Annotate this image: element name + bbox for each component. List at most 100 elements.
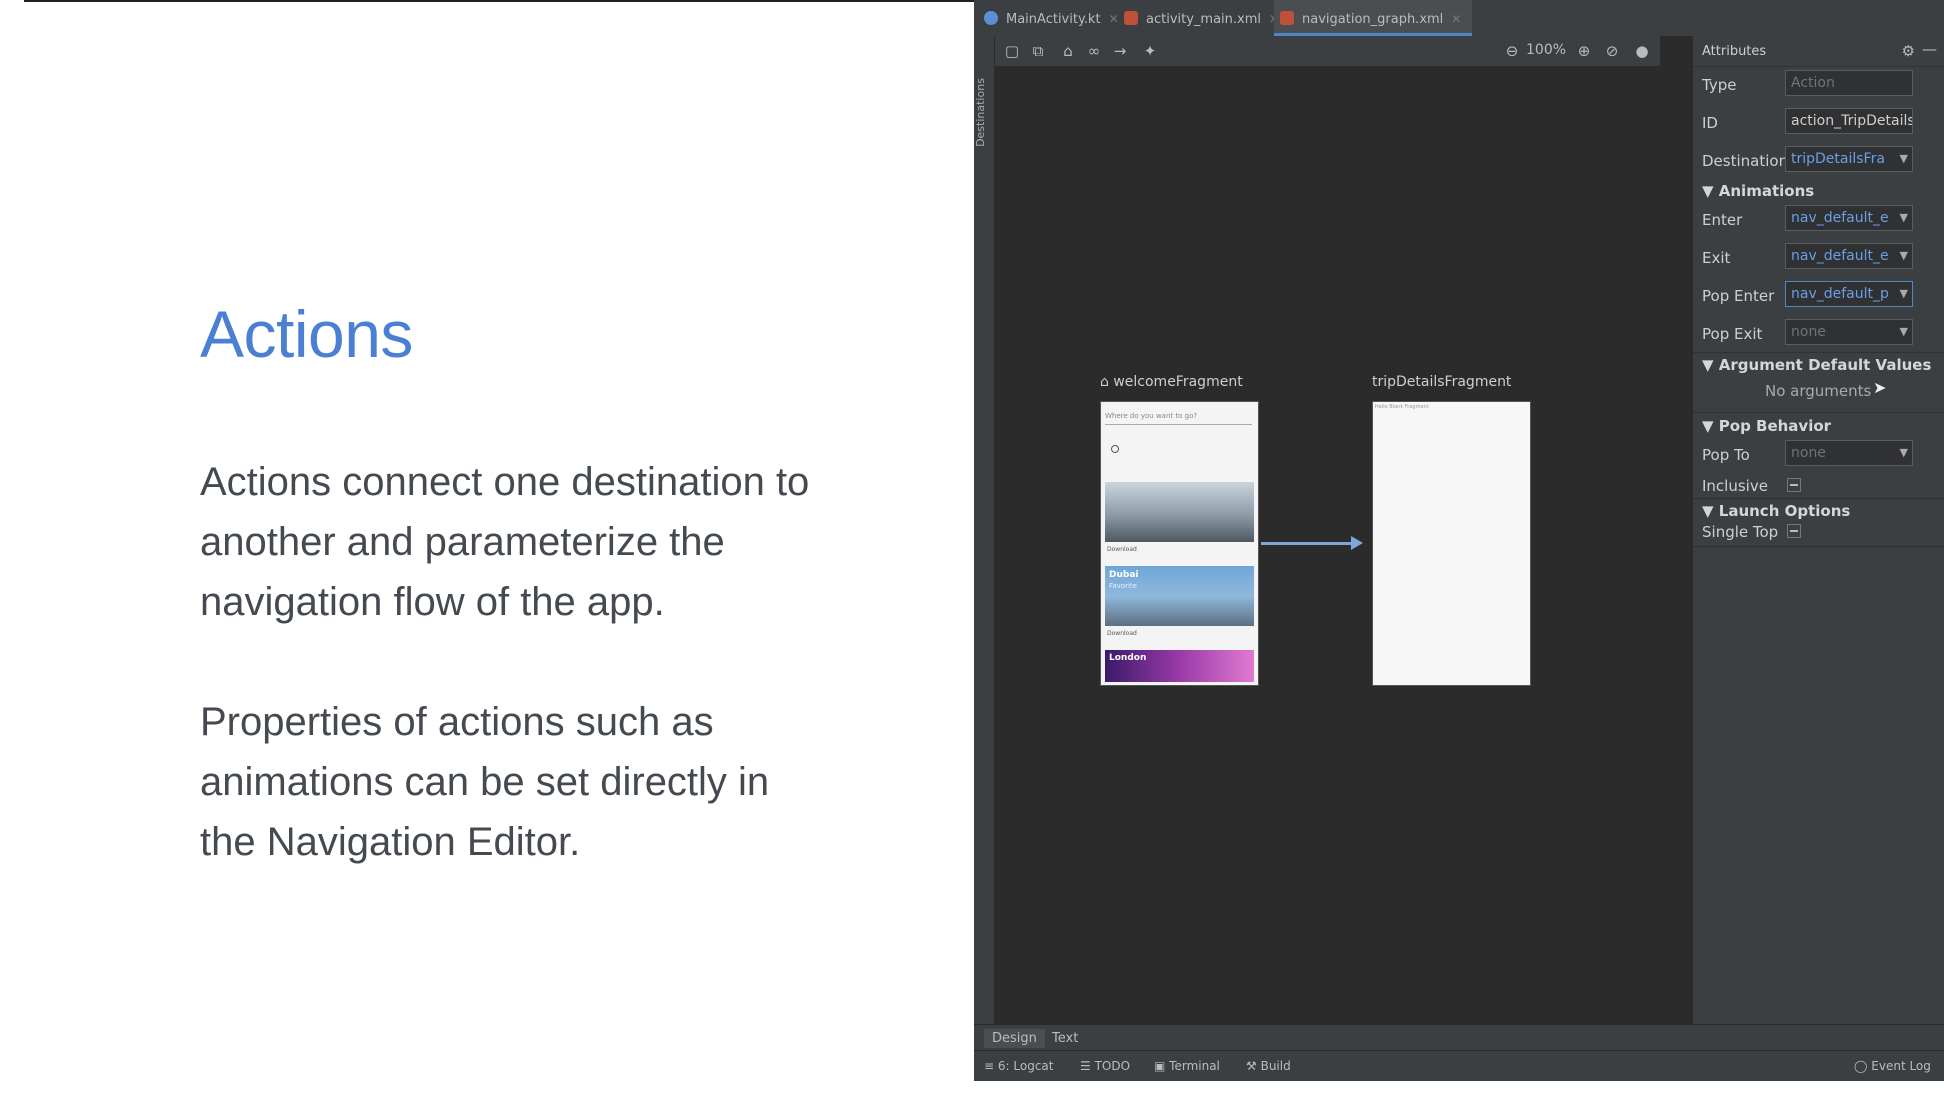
id-field[interactable]: action_TripDetails [1785, 108, 1913, 134]
zoom-out-icon[interactable]: ⊖ [1503, 42, 1521, 60]
divider [1693, 352, 1944, 353]
pop-behavior-section[interactable]: ▼ Pop Behavior [1702, 417, 1831, 435]
todo-button[interactable]: ☰ TODO [1080, 1059, 1130, 1073]
minimize-icon[interactable]: — [1922, 40, 1937, 58]
single-top-checkbox[interactable] [1787, 524, 1801, 538]
chevron-down-icon: ▼ [1899, 287, 1908, 300]
tab-label: navigation_graph.xml [1302, 12, 1444, 27]
london-label: London [1109, 653, 1147, 663]
pop-behavior-title: Pop Behavior [1718, 417, 1832, 435]
location-icon [1111, 445, 1119, 453]
destinations-side-panel[interactable]: Destinations [974, 36, 995, 1024]
gear-icon[interactable]: ⚙ [1902, 42, 1915, 60]
attributes-header: Attributes ⚙ — [1693, 36, 1944, 67]
pop-enter-label: Pop Enter [1702, 287, 1775, 305]
destination-dropdown[interactable]: tripDetailsFra ▼ [1785, 146, 1913, 172]
auto-arrange-icon[interactable]: ✦ [1141, 42, 1159, 60]
exit-dropdown[interactable]: nav_default_e ▼ [1785, 243, 1913, 269]
logcat-button[interactable]: ≡ 6: Logcat [984, 1059, 1053, 1073]
type-field[interactable]: Action [1785, 70, 1913, 96]
pop-exit-dropdown[interactable]: none ▼ [1785, 319, 1913, 345]
exit-value: nav_default_e [1791, 248, 1889, 264]
argument-defaults-title: Argument Default Values [1718, 356, 1932, 374]
launch-options-section[interactable]: ▼ Launch Options [1702, 502, 1850, 520]
enter-label: Enter [1702, 211, 1743, 229]
type-label: Type [1702, 76, 1737, 94]
pop-to-dropdown[interactable]: none ▼ [1785, 440, 1913, 466]
xml-layout-icon [1124, 11, 1138, 25]
zoom-in-icon[interactable]: ⊕ [1575, 42, 1593, 60]
deep-link-icon[interactable]: ∞ [1085, 42, 1103, 60]
pop-exit-value: none [1791, 324, 1826, 340]
welcome-fragment-label[interactable]: ⌂ welcomeFragment [1100, 374, 1243, 390]
new-destination-icon[interactable]: ▢ [1003, 42, 1021, 60]
chevron-down-icon: ▼ [1899, 446, 1908, 459]
dubai-label: Dubai [1109, 570, 1139, 580]
action-arrow[interactable] [1261, 542, 1353, 545]
id-label: ID [1702, 114, 1718, 132]
warning-icon[interactable]: ● [1633, 42, 1651, 60]
divider [1693, 498, 1944, 499]
top-divider [24, 0, 974, 2]
chevron-down-icon: ▼ [1899, 325, 1908, 338]
tab-navigation-graph[interactable]: navigation_graph.xml ✕ [1274, 0, 1472, 36]
build-label: Build [1260, 1059, 1291, 1073]
mouse-cursor-icon: ➤ [1873, 378, 1887, 397]
action-arrow-icon[interactable]: → [1111, 42, 1129, 60]
tab-text[interactable]: Text [1044, 1029, 1086, 1048]
pop-exit-label: Pop Exit [1702, 325, 1763, 343]
chevron-down-icon: ▼ [1899, 249, 1908, 262]
launch-options-title: Launch Options [1718, 502, 1851, 520]
enter-dropdown[interactable]: nav_default_e ▼ [1785, 205, 1913, 231]
tab-design[interactable]: Design [984, 1029, 1045, 1048]
tab-activity-main[interactable]: activity_main.xml✕ [1118, 0, 1296, 36]
download-label: Download [1107, 546, 1137, 553]
welcome-fragment-preview[interactable]: Where do you want to go? Download Dubai … [1100, 401, 1259, 686]
slide-paragraph-1: Actions connect one destination to anoth… [200, 460, 810, 624]
city-card-image [1105, 482, 1254, 542]
todo-icon: ☰ [1080, 1059, 1091, 1073]
editor-mode-tabs: Design Text [974, 1024, 1944, 1051]
pop-enter-value: nav_default_p [1791, 286, 1889, 302]
animations-section[interactable]: ▼ Animations [1702, 182, 1814, 200]
terminal-button[interactable]: ▣ Terminal [1154, 1059, 1220, 1073]
inclusive-checkbox[interactable] [1787, 478, 1801, 492]
single-top-label: Single Top [1702, 523, 1779, 541]
attributes-title: Attributes [1702, 44, 1767, 59]
home-icon: ⌂ [1100, 374, 1109, 390]
logcat-icon: ≡ [984, 1059, 995, 1073]
event-log-button[interactable]: ◯ Event Log [1854, 1059, 1931, 1073]
inclusive-label: Inclusive [1702, 477, 1768, 495]
close-icon[interactable]: ✕ [1451, 12, 1461, 26]
xml-navigation-icon [1280, 11, 1294, 25]
destination-label: Destination [1702, 152, 1789, 170]
terminal-label: Terminal [1169, 1059, 1220, 1073]
trip-details-fragment-preview[interactable]: Hello Blank Fragment [1372, 401, 1531, 686]
argument-defaults-section[interactable]: ▼ Argument Default Values [1702, 356, 1931, 374]
action-arrow-head [1351, 536, 1363, 550]
terminal-icon: ▣ [1154, 1059, 1166, 1073]
attributes-panel: Attributes ⚙ — Type Action ID action_Tri… [1692, 36, 1944, 1024]
enter-value: nav_default_e [1791, 210, 1889, 226]
pop-enter-dropdown[interactable]: nav_default_p ▼ [1785, 281, 1913, 307]
nested-graph-icon[interactable]: ⧉ [1029, 42, 1047, 60]
favorite-label: Favorite [1109, 582, 1137, 590]
chevron-down-icon: ▼ [1899, 211, 1908, 224]
divider [1693, 546, 1944, 547]
android-studio-window: MainActivity.kt✕ activity_main.xml✕ navi… [974, 0, 1944, 1081]
destination-value: tripDetailsFra [1791, 151, 1885, 167]
animations-section-title: Animations [1718, 182, 1815, 200]
trip-details-fragment-label[interactable]: tripDetailsFragment [1372, 374, 1511, 390]
nav-editor-toolbar: ▢ ⧉ ⌂ ∞ → ✦ ⊖ 100% ⊕ ⊘ ● [995, 36, 1660, 66]
kotlin-file-icon [984, 11, 998, 25]
todo-label: TODO [1094, 1059, 1131, 1073]
pop-to-label: Pop To [1702, 446, 1750, 464]
zoom-fit-icon[interactable]: ⊘ [1603, 42, 1621, 60]
chevron-down-icon: ▼ [1899, 152, 1908, 165]
welcome-fragment-name: welcomeFragment [1113, 374, 1243, 390]
dubai-card-image: Dubai Favorite [1105, 566, 1254, 626]
build-button[interactable]: ⚒ Build [1246, 1059, 1291, 1073]
navigation-graph-canvas[interactable]: ⌂ welcomeFragment Where do you want to g… [995, 66, 1660, 1024]
home-icon[interactable]: ⌂ [1059, 42, 1077, 60]
tab-mainactivity[interactable]: MainActivity.kt ✕ [978, 0, 1136, 36]
